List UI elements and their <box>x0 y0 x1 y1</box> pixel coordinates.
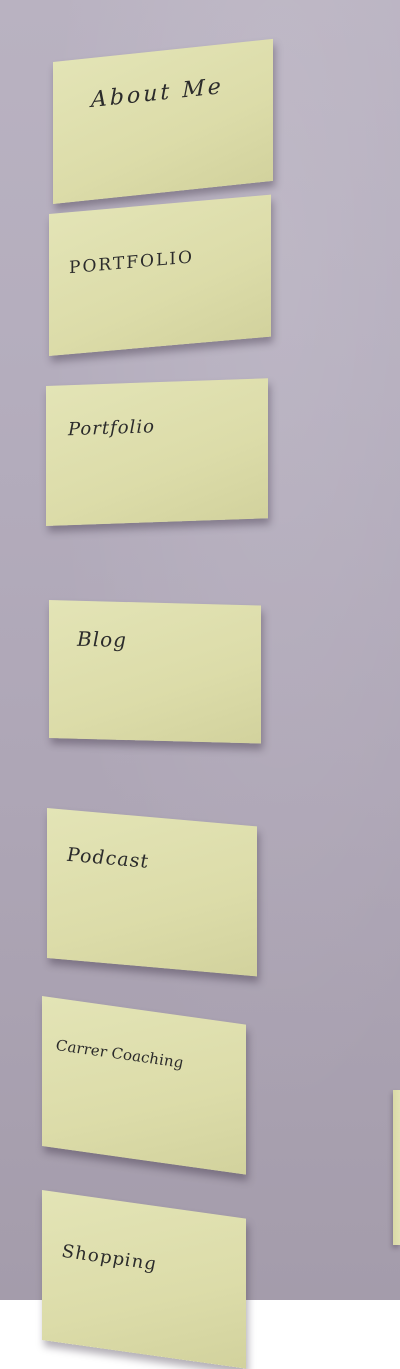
sticky-note-blog: Blog <box>49 600 261 744</box>
sticky-note-shopping: Shopping <box>42 1190 246 1369</box>
sticky-note-about-me: About Me <box>53 38 273 204</box>
note-label: About Me <box>91 74 224 114</box>
note-label: Carrer Coaching <box>56 1035 184 1072</box>
partial-sticky-note-edge <box>393 1090 400 1245</box>
note-label: Blog <box>77 626 127 653</box>
note-label: Shopping <box>62 1240 157 1276</box>
sticky-note-portfolio-caps: PORTFOLIO <box>49 194 271 356</box>
sticky-note-carrer-coaching: Carrer Coaching <box>42 996 246 1175</box>
sticky-note-podcast: Podcast <box>47 808 257 977</box>
sticky-note-portfolio: Portfolio <box>46 378 268 526</box>
note-label: Podcast <box>67 843 149 873</box>
note-label: Portfolio <box>68 416 155 441</box>
note-label: PORTFOLIO <box>69 247 194 279</box>
